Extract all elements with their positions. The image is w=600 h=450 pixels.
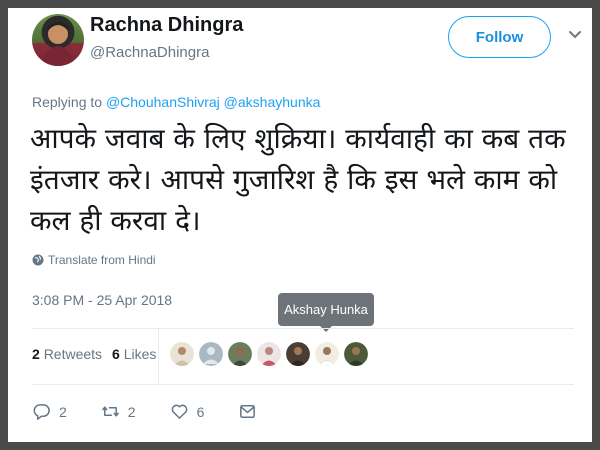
envelope-icon (240, 405, 256, 418)
retweets-count: 2 (32, 346, 40, 362)
tweet-text: आपके जवाब के लिए शुक्रिया। कार्यवाही का … (30, 122, 566, 237)
reply-icon (33, 404, 50, 420)
liker-avatar[interactable] (228, 342, 252, 366)
liker-avatar[interactable] (257, 342, 281, 366)
retweets-stat[interactable]: 2 Retweets (32, 346, 102, 362)
tweet-actions: 2 2 6 (32, 402, 291, 421)
retweet-icon (101, 406, 119, 417)
mention-akshayhunka[interactable]: @akshayhunka (224, 94, 321, 110)
globe-icon (32, 254, 44, 266)
retweets-label: Retweets (43, 346, 103, 362)
divider-top (32, 328, 574, 329)
likes-count: 6 (112, 346, 120, 362)
liker-avatar-1-icon (170, 342, 194, 366)
liker-avatar[interactable] (344, 342, 368, 366)
liker-avatar[interactable] (199, 342, 223, 366)
liker-avatar[interactable] (286, 342, 310, 366)
stats-separator (158, 328, 159, 384)
author-handle[interactable]: @RachnaDhingra (90, 44, 209, 61)
liker-avatar-5-icon (286, 342, 310, 366)
liker-avatar-default-icon (199, 342, 223, 366)
liker-avatar-7-icon (344, 342, 368, 366)
replying-to-label: Replying to (32, 94, 103, 110)
retweet-count: 2 (127, 403, 136, 420)
tweet-card: Rachna Dhingra @RachnaDhingra Follow Rep… (8, 8, 592, 442)
reply-button[interactable]: 2 (32, 402, 67, 421)
replying-to-line: Replying to @ChouhanShivraj @akshayhunka (32, 94, 320, 110)
retweet-button[interactable]: 2 (101, 402, 136, 421)
liker-avatar-3-icon (228, 342, 252, 366)
direct-message-button[interactable] (238, 402, 257, 421)
mention-chouhanshivraj[interactable]: @ChouhanShivraj (106, 94, 220, 110)
engagement-stats: 2 Retweets 6 Likes (32, 346, 156, 362)
translate-label[interactable]: Translate from Hindi (48, 253, 156, 267)
liker-avatar-4-icon (257, 342, 281, 366)
chevron-down-icon[interactable] (566, 26, 584, 44)
divider-bottom (32, 384, 574, 385)
author-avatar[interactable] (32, 14, 84, 66)
liker-avatar-6-icon (315, 342, 339, 366)
tweet-timestamp[interactable]: 3:08 PM - 25 Apr 2018 (32, 292, 172, 308)
follow-button[interactable]: Follow (448, 16, 551, 58)
likers-avatars (170, 342, 368, 366)
liker-avatar[interactable] (170, 342, 194, 366)
liker-avatar[interactable] (315, 342, 339, 366)
heart-icon (171, 404, 187, 419)
author-display-name[interactable]: Rachna Dhingra (90, 14, 243, 37)
likes-stat[interactable]: 6 Likes (112, 346, 156, 362)
reply-count: 2 (59, 403, 67, 420)
liker-tooltip: Akshay Hunka (278, 293, 374, 332)
like-count: 6 (196, 403, 205, 420)
like-button[interactable]: 6 (170, 402, 205, 421)
profile-photo-icon (42, 22, 74, 66)
likes-label: Likes (123, 346, 157, 362)
translate-link[interactable]: Translate from Hindi (32, 253, 156, 267)
